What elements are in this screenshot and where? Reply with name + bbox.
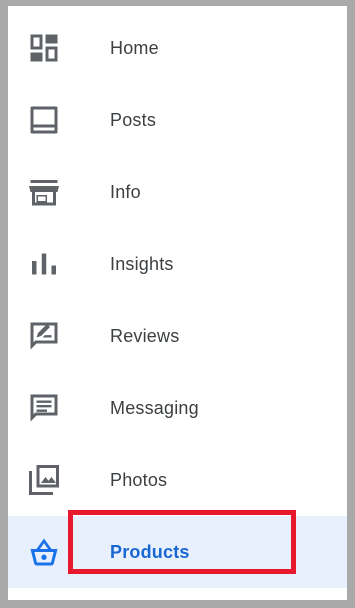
- nav-item-reviews[interactable]: Reviews: [8, 294, 347, 366]
- message-icon: [26, 390, 62, 426]
- posts-icon: [26, 102, 62, 138]
- nav-item-products[interactable]: Products: [8, 516, 347, 588]
- rate-review-icon: [26, 318, 62, 354]
- dashboard-icon: [26, 30, 62, 66]
- nav-item-label: Products: [110, 542, 190, 562]
- storefront-icon: [26, 174, 62, 210]
- photo-library-icon: [26, 462, 62, 498]
- side-navigation: Home Posts Info Insights Reviews Messagi…: [8, 6, 347, 600]
- nav-item-home[interactable]: Home: [8, 6, 347, 78]
- nav-item-insights[interactable]: Insights: [8, 222, 347, 294]
- nav-item-messaging[interactable]: Messaging: [8, 366, 347, 438]
- nav-item-label: Photos: [110, 470, 168, 490]
- nav-item-photos[interactable]: Photos: [8, 438, 347, 510]
- nav-item-info[interactable]: Info: [8, 150, 347, 222]
- nav-item-posts[interactable]: Posts: [8, 78, 347, 150]
- bar-chart-icon: [26, 246, 62, 282]
- shopping-basket-icon: [26, 534, 62, 570]
